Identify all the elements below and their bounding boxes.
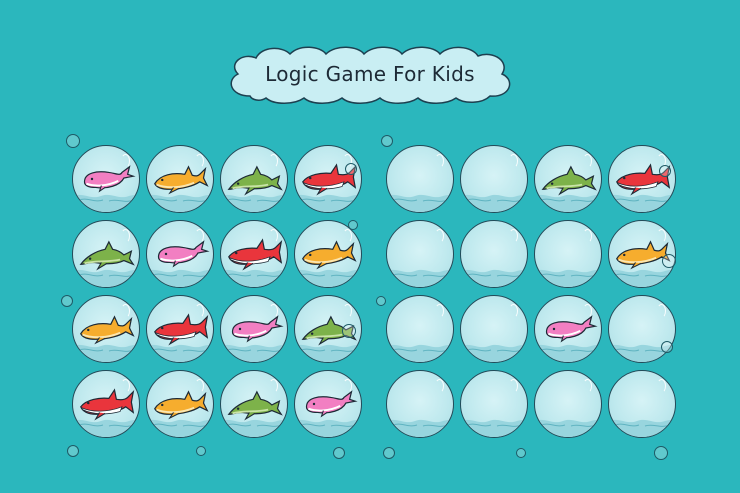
red-shark-icon xyxy=(228,238,283,271)
solution-bubble[interactable] xyxy=(220,145,288,213)
puzzle-bubble[interactable] xyxy=(386,220,454,288)
puzzle-bubble[interactable] xyxy=(534,220,602,288)
red-shark-icon xyxy=(80,388,135,421)
bubble-shine xyxy=(435,229,444,243)
small-bubble-decoration xyxy=(342,324,356,338)
puzzle-bubble[interactable] xyxy=(534,370,602,438)
red-shark-icon xyxy=(154,313,209,346)
small-bubble-decoration xyxy=(661,341,673,353)
solution-bubble[interactable] xyxy=(294,370,362,438)
pink-whale-icon xyxy=(231,315,284,343)
solution-bubble[interactable] xyxy=(294,220,362,288)
bubble-shine xyxy=(657,379,666,393)
small-bubble-decoration xyxy=(348,220,358,230)
water-wave xyxy=(461,344,527,362)
solution-bubble[interactable] xyxy=(220,295,288,363)
water-wave xyxy=(535,269,601,287)
small-bubble-decoration xyxy=(376,296,386,306)
solution-bubble[interactable] xyxy=(294,145,362,213)
solution-bubble[interactable] xyxy=(72,220,140,288)
water-wave xyxy=(387,419,453,437)
small-bubble-decoration xyxy=(662,254,676,268)
puzzle-bubble[interactable] xyxy=(460,220,528,288)
small-bubble-decoration xyxy=(345,163,357,175)
orange-shark-icon xyxy=(616,240,671,270)
bubble-shine xyxy=(657,304,666,318)
water-wave xyxy=(387,269,453,287)
puzzle-bubble[interactable] xyxy=(386,370,454,438)
bubble-shine xyxy=(509,154,518,168)
bubble-shine xyxy=(509,304,518,318)
water-wave xyxy=(609,419,675,437)
puzzle-bubble[interactable] xyxy=(460,145,528,213)
puzzle-board xyxy=(384,143,676,438)
water-wave xyxy=(535,419,601,437)
puzzle-bubble[interactable] xyxy=(386,295,454,363)
small-bubble-decoration xyxy=(61,295,73,307)
solution-bubble[interactable] xyxy=(220,370,288,438)
small-bubble-decoration xyxy=(333,447,345,459)
small-bubble-decoration xyxy=(381,135,393,147)
puzzle-bubble[interactable] xyxy=(534,145,602,213)
solution-bubble[interactable] xyxy=(72,145,140,213)
solution-bubble[interactable] xyxy=(72,295,140,363)
solution-bubble[interactable] xyxy=(146,295,214,363)
orange-shark-icon xyxy=(80,315,135,345)
small-bubble-decoration xyxy=(654,446,668,460)
small-bubble-decoration xyxy=(196,446,206,456)
pink-whale-icon xyxy=(305,390,358,418)
small-bubble-decoration xyxy=(66,134,80,148)
small-bubble-decoration xyxy=(67,445,79,457)
small-bubble-decoration xyxy=(659,165,671,177)
bubble-shine xyxy=(583,379,592,393)
green-dolphin-icon xyxy=(79,240,135,271)
solution-bubble[interactable] xyxy=(146,220,214,288)
green-dolphin-icon xyxy=(227,165,283,196)
pink-whale-icon xyxy=(83,165,136,193)
green-dolphin-icon xyxy=(227,390,283,421)
puzzle-bubble[interactable] xyxy=(608,370,676,438)
small-bubble-decoration xyxy=(516,448,526,458)
solution-bubble[interactable] xyxy=(220,220,288,288)
orange-shark-icon xyxy=(154,390,209,420)
bubble-shine xyxy=(435,154,444,168)
puzzle-bubble[interactable] xyxy=(386,145,454,213)
solution-bubble[interactable] xyxy=(146,145,214,213)
puzzle-bubble[interactable] xyxy=(460,295,528,363)
puzzle-bubble[interactable] xyxy=(460,370,528,438)
orange-shark-icon xyxy=(302,240,357,270)
solution-bubble[interactable] xyxy=(72,370,140,438)
bubble-shine xyxy=(435,304,444,318)
bubble-shine xyxy=(509,229,518,243)
pink-whale-icon xyxy=(545,315,598,343)
puzzle-bubble[interactable] xyxy=(608,145,676,213)
solution-board xyxy=(70,143,362,438)
bubble-shine xyxy=(583,229,592,243)
solution-bubble[interactable] xyxy=(146,370,214,438)
bubble-shine xyxy=(435,379,444,393)
water-wave xyxy=(461,419,527,437)
bubble-shine xyxy=(509,379,518,393)
orange-shark-icon xyxy=(154,165,209,195)
water-wave xyxy=(387,194,453,212)
game-title: Logic Game For Kids xyxy=(265,62,475,86)
pink-whale-icon xyxy=(157,240,210,268)
puzzle-bubble[interactable] xyxy=(534,295,602,363)
water-wave xyxy=(387,344,453,362)
green-dolphin-icon xyxy=(541,165,597,196)
small-bubble-decoration xyxy=(383,447,395,459)
water-wave xyxy=(461,194,527,212)
water-wave xyxy=(461,269,527,287)
